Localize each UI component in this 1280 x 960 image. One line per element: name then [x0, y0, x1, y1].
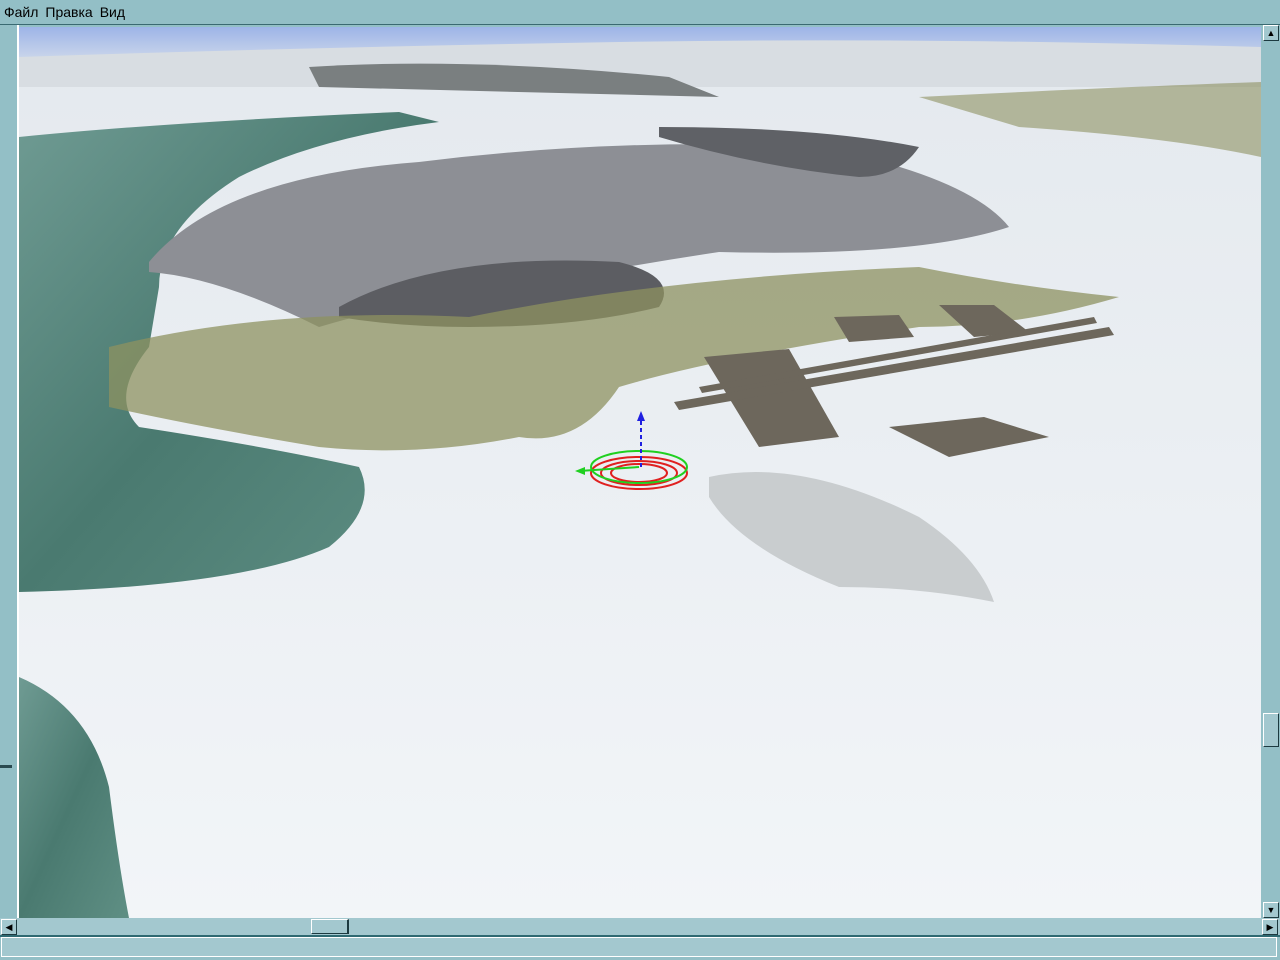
horizontal-scroll-thumb[interactable] — [311, 919, 349, 934]
left-panel-splitter[interactable] — [0, 25, 19, 918]
terrain-render — [19, 27, 1261, 918]
scroll-right-button[interactable]: ▶ — [1262, 919, 1278, 935]
menu-bar: Файл Правка Вид — [0, 0, 1280, 25]
menu-view[interactable]: Вид — [96, 4, 128, 20]
status-bar — [1, 937, 1277, 957]
scroll-left-button[interactable]: ◀ — [1, 919, 17, 935]
vertical-scrollbar[interactable]: ▲ ▼ — [1262, 25, 1279, 918]
vertical-scroll-thumb[interactable] — [1263, 713, 1279, 747]
scroll-down-button[interactable]: ▼ — [1263, 902, 1279, 918]
menu-edit[interactable]: Правка — [41, 4, 95, 20]
horizontal-scrollbar[interactable]: ◀ ▶ — [0, 918, 1280, 937]
menu-file[interactable]: Файл — [0, 4, 41, 20]
scroll-up-button[interactable]: ▲ — [1263, 25, 1279, 41]
splitter-handle[interactable] — [0, 765, 12, 768]
3d-viewport[interactable] — [19, 27, 1261, 918]
